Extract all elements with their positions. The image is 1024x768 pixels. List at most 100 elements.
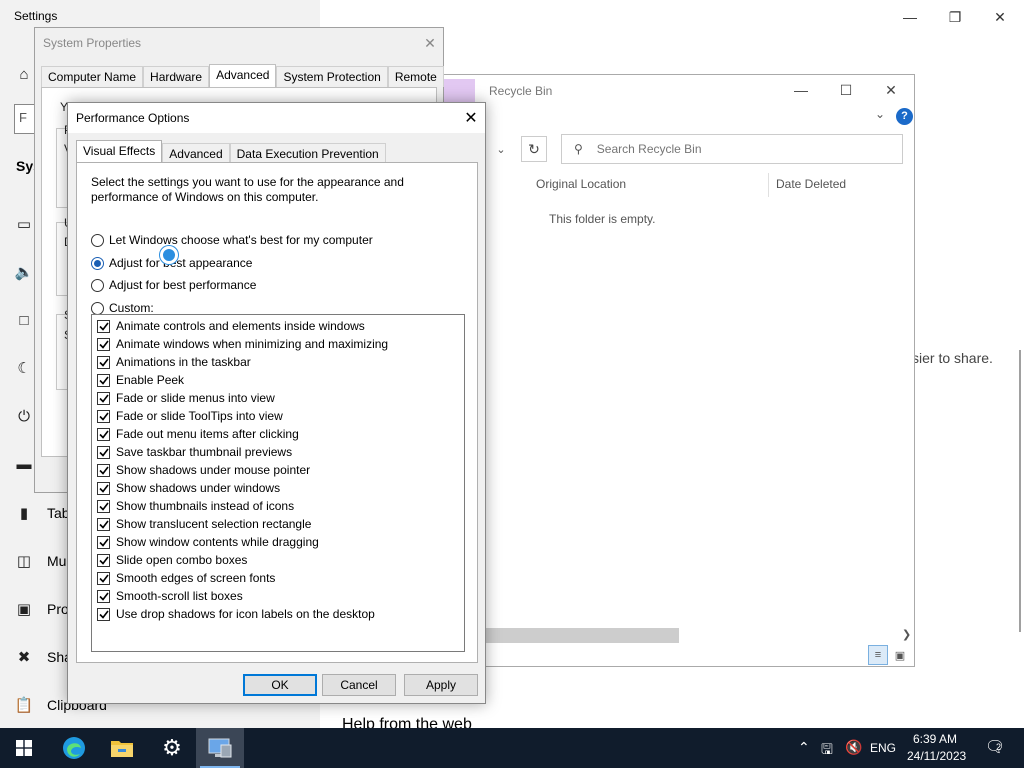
- checkbox[interactable]: [97, 499, 110, 513]
- start-button[interactable]: [0, 728, 48, 768]
- details-view-button[interactable]: ≡: [868, 645, 888, 665]
- performance-options-close-button[interactable]: ✕: [460, 107, 482, 129]
- sound-icon[interactable]: 🔈: [14, 262, 34, 282]
- tab-remote[interactable]: Remote: [387, 66, 444, 87]
- power-icon[interactable]: ⏻: [14, 406, 34, 426]
- notifications-button[interactable]: 🗨 2: [985, 737, 1005, 757]
- sidebar-item-multitasking[interactable]: Mu: [47, 553, 66, 569]
- taskbar-system-properties[interactable]: [196, 728, 244, 768]
- checkbox[interactable]: [97, 553, 110, 567]
- multitasking-icon[interactable]: ◫: [14, 551, 34, 571]
- radio-button[interactable]: [91, 233, 104, 247]
- sidebar-item-projecting[interactable]: Pro: [47, 601, 69, 617]
- close-button[interactable]: ✕: [980, 6, 1020, 28]
- effect-checkbox-row[interactable]: Show translucent selection rectangle: [97, 516, 311, 532]
- checkbox[interactable]: [97, 445, 110, 459]
- tab-visual-effects[interactable]: Visual Effects: [76, 140, 163, 163]
- refresh-button[interactable]: ↻: [521, 136, 547, 162]
- network-icon[interactable]: 🖫: [821, 739, 833, 763]
- effect-checkbox-row[interactable]: Show shadows under mouse pointer: [97, 462, 310, 478]
- effect-checkbox-row[interactable]: Fade or slide ToolTips into view: [97, 408, 283, 424]
- effect-checkbox-row[interactable]: Use drop shadows for icon labels on the …: [97, 606, 375, 622]
- radio-button[interactable]: [91, 301, 104, 315]
- explorer-close-button[interactable]: ✕: [871, 79, 911, 101]
- language-indicator[interactable]: ENG: [870, 741, 896, 755]
- settings-search-input[interactable]: F: [14, 104, 36, 134]
- search-input[interactable]: [596, 142, 877, 156]
- checkbox[interactable]: [97, 409, 110, 423]
- ribbon-expand-icon[interactable]: ⌄: [875, 107, 885, 121]
- cancel-button[interactable]: Cancel: [322, 674, 396, 696]
- help-icon[interactable]: ?: [896, 108, 913, 125]
- horizontal-scrollbar-thumb[interactable]: [485, 628, 679, 643]
- checkbox[interactable]: [97, 319, 110, 333]
- notifications-icon[interactable]: □: [14, 310, 34, 330]
- column-header-date-deleted[interactable]: Date Deleted: [776, 177, 846, 191]
- minimize-button[interactable]: —: [890, 6, 930, 28]
- address-dropdown-icon[interactable]: ⌄: [491, 137, 511, 161]
- projecting-icon[interactable]: ▣: [14, 599, 34, 619]
- checkbox[interactable]: [97, 481, 110, 495]
- radio-windows-choose[interactable]: Let Windows choose what's best for my co…: [91, 232, 373, 248]
- checkbox[interactable]: [97, 427, 110, 441]
- taskbar-settings[interactable]: ⚙: [148, 728, 196, 768]
- focus-assist-icon[interactable]: ☾: [14, 358, 34, 378]
- checkbox[interactable]: [97, 355, 110, 369]
- taskbar-edge[interactable]: [50, 728, 98, 768]
- checkbox[interactable]: [97, 535, 110, 549]
- battery-icon[interactable]: ▬: [14, 454, 34, 474]
- column-header-original-location[interactable]: Original Location: [536, 177, 626, 191]
- radio-button[interactable]: [91, 256, 104, 270]
- effect-checkbox-row[interactable]: Animate windows when minimizing and maxi…: [97, 336, 388, 352]
- checkbox[interactable]: [97, 517, 110, 531]
- effect-checkbox-row[interactable]: Slide open combo boxes: [97, 552, 247, 568]
- tab-computer-name[interactable]: Computer Name: [41, 66, 144, 87]
- apply-button[interactable]: Apply: [404, 674, 478, 696]
- tab-advanced[interactable]: Advanced: [209, 64, 277, 87]
- scroll-right-arrow-icon[interactable]: ❯: [902, 628, 911, 641]
- display-icon[interactable]: ▭: [14, 214, 34, 234]
- checkbox[interactable]: [97, 607, 110, 621]
- clipboard-icon[interactable]: 📋: [14, 695, 34, 715]
- checkbox[interactable]: [97, 589, 110, 603]
- effect-checkbox-row[interactable]: Show window contents while dragging: [97, 534, 319, 550]
- tab-hardware[interactable]: Hardware: [143, 66, 210, 87]
- column-divider[interactable]: [768, 173, 769, 197]
- checkbox[interactable]: [97, 463, 110, 477]
- radio-best-performance[interactable]: Adjust for best performance: [91, 277, 256, 293]
- radio-button[interactable]: [91, 278, 104, 292]
- performance-options-titlebar[interactable]: Performance Options ✕: [68, 103, 485, 133]
- visual-effects-list[interactable]: Animate controls and elements inside win…: [91, 314, 465, 652]
- taskbar-file-explorer[interactable]: [98, 728, 146, 768]
- restore-button[interactable]: ❐: [935, 6, 975, 28]
- effect-checkbox-row[interactable]: Enable Peek: [97, 372, 184, 388]
- checkbox[interactable]: [97, 571, 110, 585]
- effect-checkbox-row[interactable]: Fade out menu items after clicking: [97, 426, 299, 442]
- effect-checkbox-row[interactable]: Show thumbnails instead of icons: [97, 498, 294, 514]
- tab-advanced[interactable]: Advanced: [162, 143, 230, 163]
- effect-checkbox-row[interactable]: Save taskbar thumbnail previews: [97, 444, 292, 460]
- explorer-minimize-button[interactable]: —: [781, 79, 821, 101]
- clock-time[interactable]: 6:39 AM: [913, 732, 957, 746]
- home-icon[interactable]: ⌂: [14, 64, 34, 84]
- show-hidden-icons-button[interactable]: ⌃: [798, 739, 810, 756]
- explorer-maximize-button[interactable]: ☐: [826, 79, 866, 101]
- search-box[interactable]: ⚲: [561, 134, 903, 164]
- clock-date[interactable]: 24/11/2023: [907, 749, 966, 763]
- effect-checkbox-row[interactable]: Animate controls and elements inside win…: [97, 318, 365, 334]
- effect-checkbox-row[interactable]: Show shadows under windows: [97, 480, 280, 496]
- effect-checkbox-row[interactable]: Smooth-scroll list boxes: [97, 588, 243, 604]
- ok-button[interactable]: OK: [243, 674, 317, 696]
- tab-data-execution-prevention[interactable]: Data Execution Prevention: [229, 143, 386, 163]
- effect-checkbox-row[interactable]: Animations in the taskbar: [97, 354, 251, 370]
- tablet-icon[interactable]: ▮: [14, 503, 34, 523]
- checkbox[interactable]: [97, 373, 110, 387]
- large-icons-view-button[interactable]: ▣: [892, 647, 908, 663]
- settings-scrollbar[interactable]: [1019, 350, 1021, 632]
- effect-checkbox-row[interactable]: Smooth edges of screen fonts: [97, 570, 275, 586]
- shared-experiences-icon[interactable]: ✖: [14, 647, 34, 667]
- effect-checkbox-row[interactable]: Fade or slide menus into view: [97, 390, 275, 406]
- checkbox[interactable]: [97, 391, 110, 405]
- volume-muted-icon[interactable]: 🔇: [845, 739, 862, 756]
- checkbox[interactable]: [97, 337, 110, 351]
